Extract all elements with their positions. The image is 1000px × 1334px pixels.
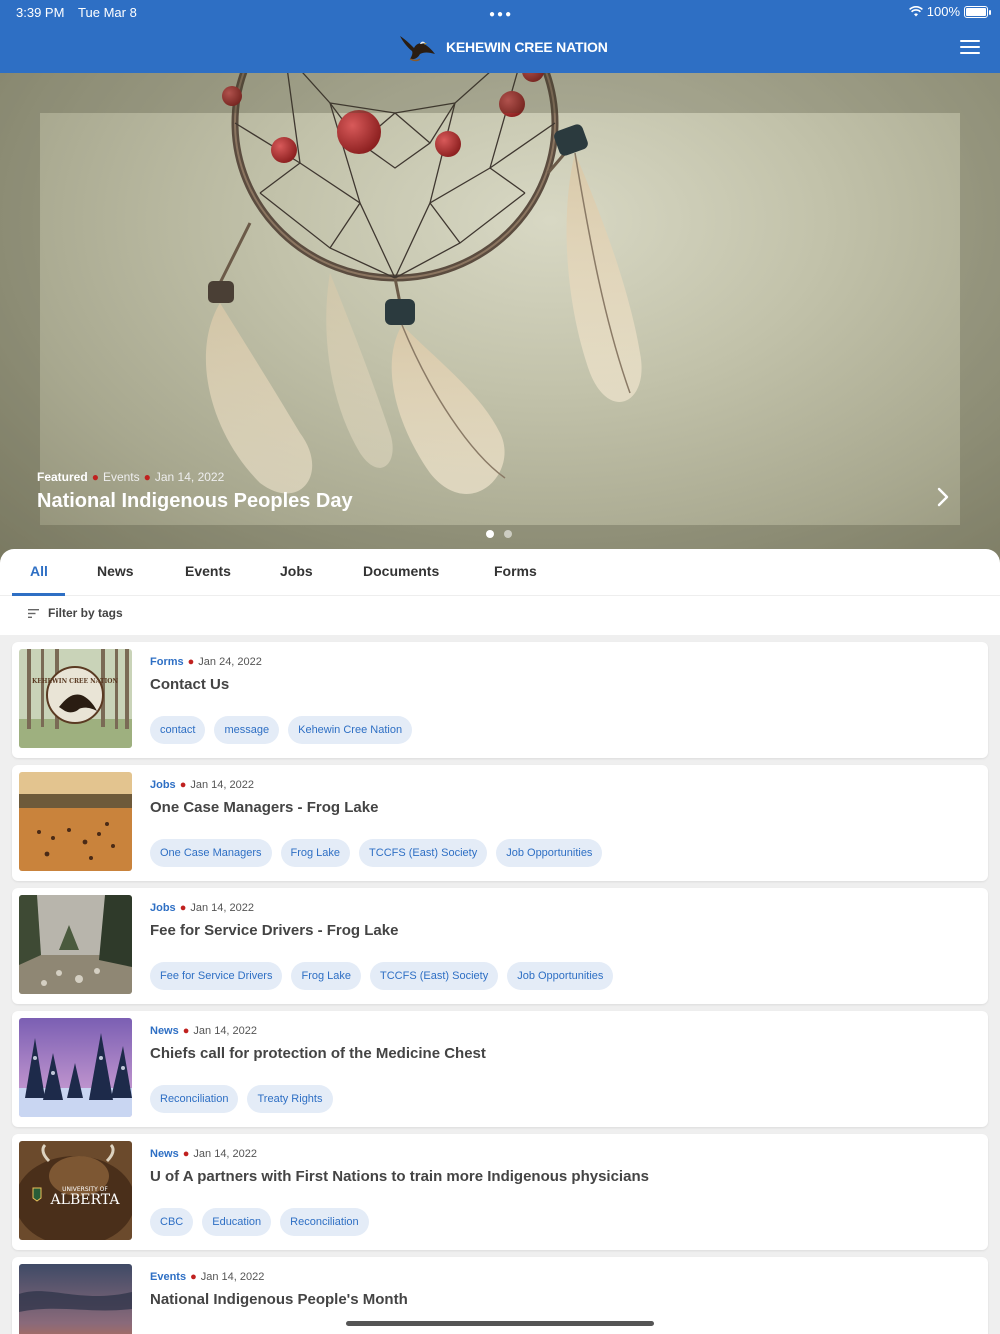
tag-chip[interactable]: Reconciliation [280, 1208, 369, 1236]
status-bar-right: 100% [908, 4, 991, 19]
seal-text: KEHEWIN CREE NATION [32, 678, 118, 685]
filter-label: Filter by tags [48, 606, 123, 620]
tag-chip[interactable]: Job Opportunities [507, 962, 614, 990]
item-meta: News ● Jan 14, 2022 [150, 1148, 258, 1160]
chevron-right-icon[interactable] [937, 487, 957, 511]
hero-meta: Featured ● Events ● Jan 14, 2022 [37, 470, 225, 484]
tag-chip[interactable]: CBC [150, 1208, 194, 1236]
status-bar-time: 3:39 PM Tue Mar 8 [16, 5, 137, 20]
item-title[interactable]: Fee for Service Drivers - Frog Lake [150, 922, 398, 939]
tag-chip[interactable]: message [214, 716, 280, 744]
item-thumbnail [19, 895, 132, 994]
list-item[interactable]: News ● Jan 14, 2022 Chiefs call for protec… [12, 1011, 988, 1127]
featured-label: Featured [37, 470, 88, 484]
item-thumbnail [19, 1264, 132, 1334]
featured-hero[interactable]: Featured ● Events ● Jan 14, 2022 National In… [0, 73, 1000, 565]
item-date: Jan 14, 2022 [190, 902, 254, 914]
tag-chip[interactable]: contact [150, 716, 206, 744]
pager-dot[interactable] [486, 530, 494, 538]
item-tags: One Case Managers Frog Lake TCCFS (East)… [150, 839, 603, 867]
item-category: News [150, 1025, 179, 1037]
list-item[interactable]: Jobs ● Jan 14, 2022 One Case Managers - Fr… [12, 765, 988, 881]
item-meta: Events ● Jan 14, 2022 [150, 1271, 265, 1283]
tag-chip[interactable]: Frog Lake [280, 839, 351, 867]
battery-icon [964, 5, 991, 18]
item-title[interactable]: One Case Managers - Frog Lake [150, 799, 378, 816]
item-date: Jan 24, 2022 [198, 656, 262, 668]
item-date: Jan 14, 2022 [190, 779, 254, 791]
item-tags: CBC Education Reconciliation [150, 1208, 369, 1236]
battery-percent: 100% [926, 4, 960, 19]
tag-chip[interactable]: Reconciliation [150, 1085, 239, 1113]
item-thumbnail: KEHEWIN CREE NATION [19, 649, 132, 748]
filter-by-tags-button[interactable]: Filter by tags [28, 606, 123, 620]
item-thumbnail [19, 1018, 132, 1117]
tag-chip[interactable]: TCCFS (East) Society [370, 962, 499, 990]
item-category: Jobs [150, 779, 176, 791]
item-tags: Reconciliation Treaty Rights [150, 1085, 333, 1113]
content-list: KEHEWIN CREE NATION Forms ● Jan 24, 2022 C… [12, 642, 988, 1334]
univ-big-text: ALBERTA [50, 1192, 121, 1208]
item-meta: Jobs ● Jan 14, 2022 [150, 902, 254, 914]
list-item[interactable]: UNIVERSITY OF ALBERTA News ● Jan 14, 2022 … [12, 1134, 988, 1250]
item-meta: News ● Jan 14, 2022 [150, 1025, 258, 1037]
list-item[interactable]: Jobs ● Jan 14, 2022 Fee for Service Driver… [12, 888, 988, 1004]
active-tab-indicator [12, 593, 65, 596]
item-title[interactable]: National Indigenous People's Month [150, 1291, 408, 1308]
tab-forms[interactable]: Forms [494, 563, 537, 579]
hero-category: Events [102, 470, 140, 484]
item-meta: Forms ● Jan 24, 2022 [150, 656, 262, 668]
home-indicator[interactable] [346, 1321, 654, 1326]
tag-chip[interactable]: Treaty Rights [247, 1085, 333, 1113]
status-time: 3:39 PM [16, 5, 65, 20]
carousel-pager[interactable] [486, 530, 512, 538]
status-date: Tue Mar 8 [78, 5, 137, 20]
tab-all[interactable]: All [30, 563, 48, 579]
eagle-logo-icon [400, 36, 435, 62]
item-title[interactable]: Contact Us [150, 676, 229, 693]
tag-chip[interactable]: One Case Managers [150, 839, 272, 867]
hero-date: Jan 14, 2022 [154, 470, 225, 484]
item-date: Jan 14, 2022 [193, 1025, 258, 1037]
tab-events[interactable]: Events [185, 563, 231, 579]
app-header: 3:39 PM Tue Mar 8 ●●● 100% KEHEWIN CREE … [0, 0, 1000, 73]
hamburger-menu-icon[interactable] [960, 40, 980, 54]
category-tabs: All News Events Jobs Documents Forms [0, 549, 1000, 596]
tag-chip[interactable]: Fee for Service Drivers [150, 962, 283, 990]
tab-documents[interactable]: Documents [363, 563, 439, 579]
tag-chip[interactable]: Job Opportunities [496, 839, 603, 867]
item-tags: Fee for Service Drivers Frog Lake TCCFS … [150, 962, 614, 990]
app-title: KEHEWIN CREE NATION [446, 39, 608, 55]
item-title[interactable]: Chiefs call for protection of the Medici… [150, 1045, 486, 1062]
content-panel: All News Events Jobs Documents Forms Fil… [0, 549, 1000, 635]
item-category: News [150, 1148, 179, 1160]
wifi-icon [908, 6, 923, 17]
app-brand: KEHEWIN CREE NATION [398, 32, 608, 62]
tab-news[interactable]: News [97, 563, 134, 579]
filter-icon [28, 608, 39, 618]
tab-jobs[interactable]: Jobs [280, 563, 313, 579]
item-thumbnail [19, 772, 132, 871]
tag-chip[interactable]: Education [202, 1208, 272, 1236]
item-meta: Jobs ● Jan 14, 2022 [150, 779, 254, 791]
item-tags: contact message Kehewin Cree Nation [150, 716, 413, 744]
item-thumbnail: UNIVERSITY OF ALBERTA [19, 1141, 132, 1240]
item-category: Jobs [150, 902, 176, 914]
hero-title[interactable]: National Indigenous Peoples Day [37, 490, 353, 513]
tag-chip[interactable]: Frog Lake [291, 962, 362, 990]
pager-dot[interactable] [504, 530, 512, 538]
item-title[interactable]: U of A partners with First Nations to tr… [150, 1168, 649, 1185]
item-category: Forms [150, 656, 184, 668]
item-category: Events [150, 1271, 187, 1283]
tag-chip[interactable]: TCCFS (East) Society [359, 839, 488, 867]
item-date: Jan 14, 2022 [193, 1148, 258, 1160]
item-date: Jan 14, 2022 [200, 1271, 265, 1283]
multitasking-dots-icon[interactable]: ●●● [489, 9, 513, 20]
list-item[interactable]: KEHEWIN CREE NATION Forms ● Jan 24, 2022 C… [12, 642, 988, 758]
tag-chip[interactable]: Kehewin Cree Nation [288, 716, 413, 744]
